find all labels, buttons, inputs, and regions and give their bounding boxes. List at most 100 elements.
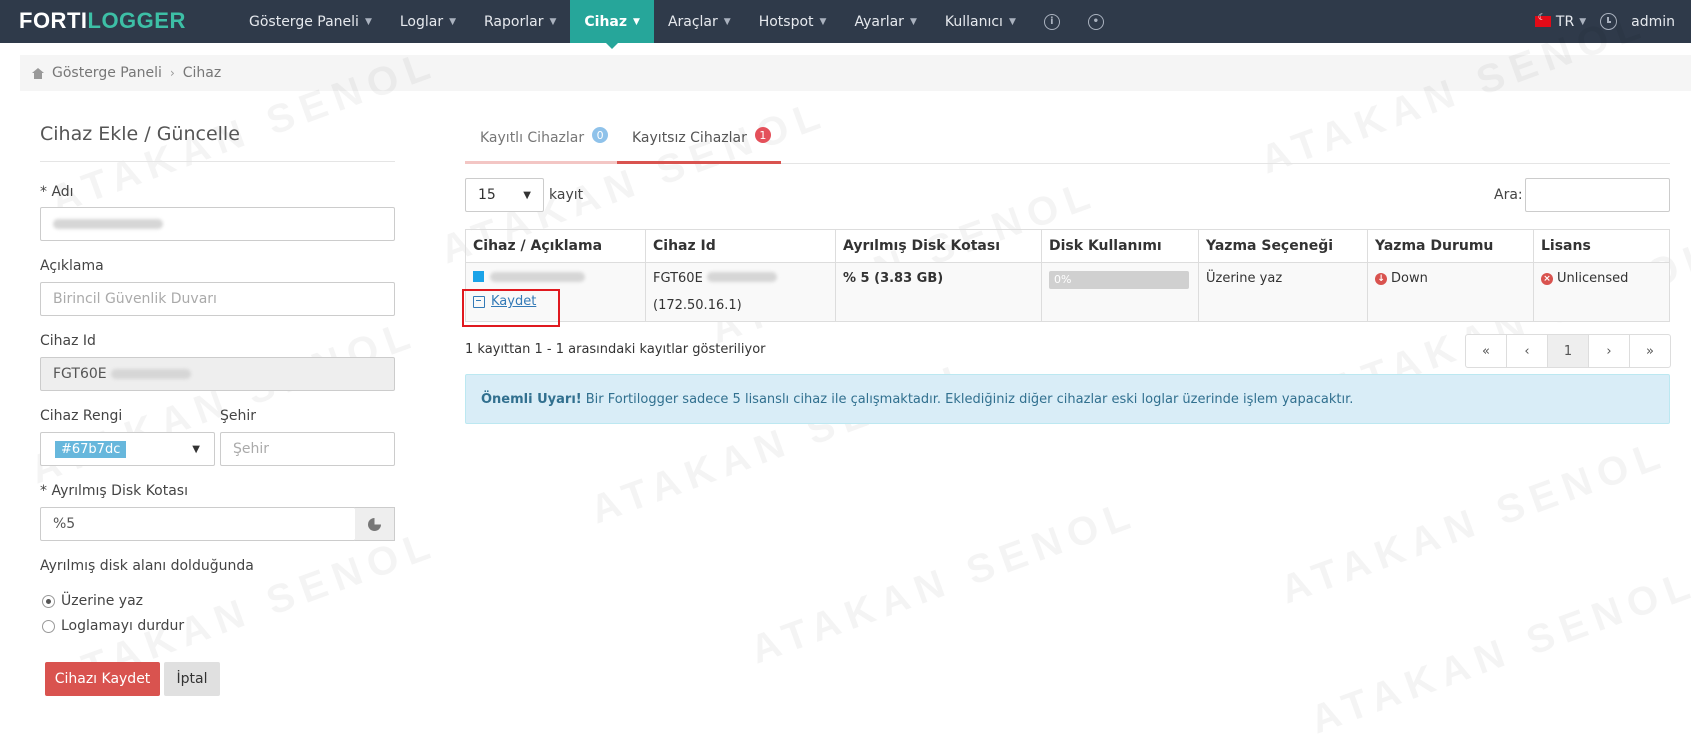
write-status-text: Down <box>1391 271 1428 286</box>
radio-stop-label: Loglamayı durdur <box>61 618 185 634</box>
chevron-down-icon: ▼ <box>909 16 917 27</box>
nav-label: Ayarlar <box>854 13 904 30</box>
chevron-down-icon: ▼ <box>549 16 557 27</box>
nav-item-logs[interactable]: Loglar ▼ <box>386 0 470 43</box>
column-header[interactable]: Disk Kullanımı <box>1041 229 1199 263</box>
nav-right: TR ▼ admin <box>1534 0 1675 43</box>
nav-label: Raporlar <box>484 13 544 30</box>
column-header[interactable]: Ayrılmış Disk Kotası <box>835 229 1042 263</box>
device-id-text: FGT60E <box>653 271 703 286</box>
save-device-button[interactable]: Cihazı Kaydet <box>45 662 160 696</box>
nav-item-user[interactable]: Kullanıcı ▼ <box>931 0 1030 43</box>
page-prev-button[interactable]: ‹ <box>1506 334 1548 368</box>
full-action-label: Ayrılmış disk alanı dolduğunda <box>40 558 254 574</box>
device-ip: (172.50.16.1) <box>653 298 742 313</box>
chevron-down-icon: ▼ <box>364 16 372 27</box>
turkey-flag-icon <box>1534 13 1551 27</box>
city-placeholder: Şehir <box>233 441 270 457</box>
user-menu[interactable]: admin <box>1631 14 1675 30</box>
city-field[interactable]: Şehir <box>220 432 395 466</box>
tab-label: Kayıtsız Cihazlar <box>632 130 747 146</box>
pie-chart-icon <box>368 517 381 531</box>
description-label: Açıklama <box>40 258 104 274</box>
language-label: TR <box>1555 13 1575 30</box>
page-last-button[interactable]: » <box>1629 334 1671 368</box>
quota-cell: % 5 (3.83 GB) <box>835 262 1042 322</box>
count-badge: 1 <box>754 127 771 143</box>
form-title: Cihaz Ekle / Güncelle <box>40 123 240 145</box>
description-field[interactable]: Birincil Güvenlik Duvarı <box>40 282 395 316</box>
nav-label: Cihaz <box>584 13 628 30</box>
name-label: * Adı <box>40 184 74 200</box>
nav-label: Gösterge Paneli <box>249 13 359 30</box>
nav-item-settings[interactable]: Ayarlar ▼ <box>840 0 930 43</box>
count-badge: 0 <box>592 127 609 143</box>
quota-text: % 5 (3.83 GB) <box>843 271 944 286</box>
page-first-button[interactable]: « <box>1465 334 1507 368</box>
page-length-select[interactable]: 15 ▼ <box>465 178 544 212</box>
tab-label: Kayıtlı Cihazlar <box>480 130 585 146</box>
nav-item-view[interactable]: • <box>1074 0 1118 43</box>
usage-cell: 0% <box>1041 262 1199 322</box>
chevron-down-icon: ▼ <box>1579 16 1587 27</box>
language-selector[interactable]: TR ▼ <box>1534 13 1587 30</box>
page-current-button[interactable]: 1 <box>1547 334 1589 368</box>
brand-logo[interactable]: FORTILOGGER <box>19 8 186 34</box>
chevron-down-icon: ▼ <box>523 189 531 201</box>
breadcrumb-separator-icon: › <box>169 66 175 80</box>
table-row: Kaydet FGT60E (172.50.16.1) % 5 (3.83 GB… <box>465 262 1670 322</box>
nav-item-tools[interactable]: Araçlar ▼ <box>654 0 745 43</box>
device-id-cell: FGT60E (172.50.16.1) <box>645 262 836 322</box>
name-field[interactable] <box>40 207 395 241</box>
tab-unregistered[interactable]: Kayıtsız Cihazlar 1 <box>617 127 781 164</box>
column-header[interactable]: Yazma Durumu <box>1367 229 1534 263</box>
redacted-id <box>110 369 191 379</box>
redacted-name <box>53 219 163 229</box>
search-label: Ara: <box>1494 187 1523 203</box>
device-id-label: Cihaz Id <box>40 333 96 349</box>
breadcrumb-home[interactable]: Gösterge Paneli <box>52 65 162 81</box>
radio-overwrite-label: Üzerine yaz <box>61 593 144 609</box>
write-option-cell: Üzerine yaz <box>1198 262 1368 322</box>
main-nav: Gösterge Paneli ▼ Loglar ▼ Raporlar ▼ Cihaz… <box>235 0 1118 49</box>
nav-item-info[interactable]: i <box>1030 0 1074 43</box>
x-circle-icon: × <box>1541 272 1553 285</box>
column-header[interactable]: Yazma Seçeneği <box>1198 229 1368 263</box>
alert-title: Önemli Uyarı! <box>481 391 582 407</box>
column-header[interactable]: Cihaz Id <box>645 229 836 263</box>
home-icon <box>32 67 44 79</box>
alert-text: Bir Fortilogger sadece 5 lisanslı cihaz … <box>585 391 1354 407</box>
nav-item-hotspot[interactable]: Hotspot ▼ <box>745 0 841 43</box>
nav-label: Hotspot <box>758 13 814 30</box>
nav-item-device[interactable]: Cihaz ▼ <box>570 0 654 49</box>
search-input[interactable] <box>1525 178 1670 212</box>
radio-button[interactable] <box>42 594 55 608</box>
disk-usage-bar: 0% <box>1049 271 1189 289</box>
nav-item-dashboard[interactable]: Gösterge Paneli ▼ <box>235 0 386 43</box>
device-color-swatch <box>473 271 484 282</box>
radio-button[interactable] <box>42 619 55 633</box>
column-header[interactable]: Lisans <box>1533 229 1670 263</box>
color-select[interactable]: #67b7dc ▼ <box>40 432 215 466</box>
page-next-button[interactable]: › <box>1588 334 1630 368</box>
disk-usage-text: 0% <box>1054 273 1072 286</box>
nav-label: Kullanıcı <box>944 13 1003 30</box>
quota-addon <box>355 507 395 541</box>
info-icon: i <box>1043 13 1060 30</box>
page-length-value: 15 <box>478 187 496 203</box>
cancel-button[interactable]: İptal <box>164 662 220 696</box>
radio-stop[interactable]: Loglamayı durdur <box>42 618 184 634</box>
color-value: #67b7dc <box>55 440 127 458</box>
highlight-annotation <box>462 289 560 327</box>
license-alert: Önemli Uyarı! Bir Fortilogger sadece 5 l… <box>465 374 1670 424</box>
column-header[interactable]: Cihaz / Açıklama <box>465 229 646 263</box>
nav-item-reports[interactable]: Raporlar ▼ <box>470 0 570 43</box>
quota-field[interactable]: %5 <box>40 507 356 541</box>
device-id-field: FGT60E <box>40 357 395 391</box>
tab-registered[interactable]: Kayıtlı Cihazlar 0 <box>465 127 617 164</box>
brand-part2: LOGGER <box>87 8 186 33</box>
description-placeholder: Birincil Güvenlik Duvarı <box>53 291 217 307</box>
radio-overwrite[interactable]: Üzerine yaz <box>42 593 143 609</box>
license-cell: × Unlicensed <box>1533 262 1670 322</box>
clock-icon[interactable] <box>1600 13 1618 30</box>
